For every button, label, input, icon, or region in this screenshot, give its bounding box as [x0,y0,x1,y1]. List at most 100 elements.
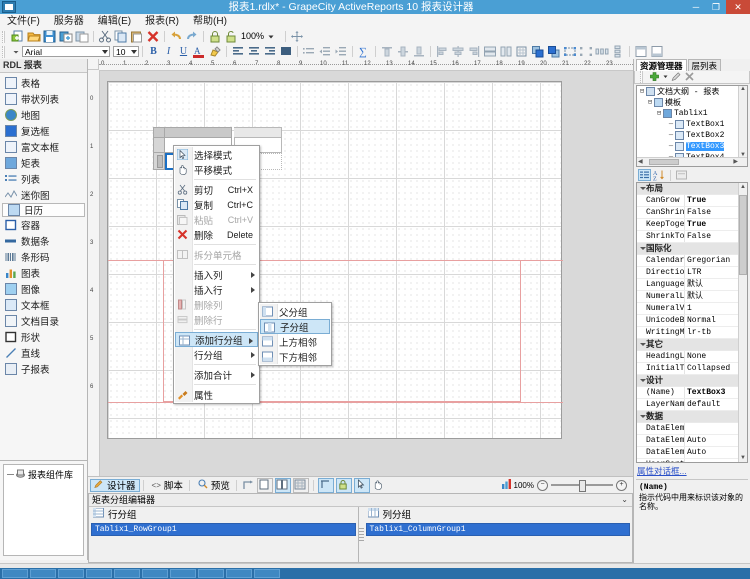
column-group-item[interactable]: Tablix1_ColumnGroup1 [365,523,630,536]
column-group-list[interactable]: Tablix1_ColumnGroup1 [365,523,630,559]
property-row[interactable]: (Name) TextBox3 [637,387,747,399]
property-row[interactable]: CanGrow True [637,195,747,207]
context-menu-item-add-total[interactable]: 添加合计 [174,367,259,382]
toolbox-item-line[interactable]: 直线 [0,345,87,361]
tab-preview[interactable]: 预览 [195,478,233,492]
open-icon[interactable] [27,30,41,43]
font-color-icon[interactable]: A [192,45,206,58]
context-menu-item-copy[interactable]: 复制 Ctrl+C [174,197,259,212]
align-center-icon[interactable] [247,45,261,58]
toolbox-item-sparkline[interactable]: 迷你图 [0,187,87,203]
context-menu[interactable]: 选择模式 平移模式 剪切 Ctrl+X 复制 Ctrl+C 粘贴 Ctrl+V [173,145,260,404]
row-group-list[interactable]: Tablix1_RowGroup1 [91,523,356,559]
snap-to-grid-icon[interactable] [241,479,255,492]
toolbox-item-barcode[interactable]: 条形码 [0,249,87,265]
tab-resource-explorer[interactable]: 资源管理器 [636,59,687,71]
taskbar-item[interactable] [226,569,252,578]
lock-icon[interactable] [208,30,222,43]
context-menu-item-add-row-group[interactable]: 添加行分组 [175,332,258,347]
cut-icon[interactable] [98,30,112,43]
send-to-back-icon[interactable] [547,45,561,58]
toolbox-item-checkbox[interactable]: 复选框 [0,123,87,139]
add-icon[interactable] [649,71,660,84]
tree-node-textbox1[interactable]: ─ TextBox1 [637,119,747,130]
same-width-icon[interactable] [483,45,497,58]
zoom-slider-track[interactable] [551,480,613,492]
font-name-combo[interactable]: Arial [22,46,110,57]
tab-layer-list[interactable]: 层列表 [687,59,722,71]
distribute-h-icon[interactable] [595,45,609,58]
zoom-slider-control[interactable]: 100% − + [501,478,627,492]
property-category-design[interactable]: 设计 [637,375,747,387]
underline-button[interactable]: U [177,46,190,58]
toolbox-item-subreport[interactable]: 子报表 [0,361,87,377]
align-objects-left-icon[interactable] [435,45,449,58]
toolbox-item-table[interactable]: 表格 [0,75,87,91]
taskbar-item[interactable] [170,569,196,578]
context-menu-item-row-group[interactable]: 行分组 [174,347,259,362]
tree-node-tablix1[interactable]: ⊟ Tablix1 [637,108,747,119]
highlight-icon[interactable] [208,45,222,58]
paste-icon[interactable] [130,30,144,43]
group-icon[interactable] [563,45,577,58]
context-menu-item-select-mode[interactable]: 选择模式 [174,147,259,162]
redo-icon[interactable] [185,30,199,43]
delete-icon[interactable] [146,30,160,43]
toolbox-item-chart[interactable]: 图表 [0,265,87,281]
maximize-button[interactable]: ❐ [706,0,726,14]
property-row[interactable]: NumeralVar 1 [637,303,747,315]
property-pages-icon[interactable] [675,169,688,182]
scroll-up-icon[interactable]: ▲ [740,184,746,190]
formula-icon[interactable]: ∑ [357,45,371,58]
toolbar-grip[interactable] [640,71,646,83]
select-mode-icon[interactable] [353,477,370,493]
toolbar-grip[interactable] [2,45,8,58]
property-row[interactable]: LayerName default [637,399,747,411]
toolbox-item-image[interactable]: 图像 [0,281,87,297]
align-left-icon[interactable] [231,45,245,58]
context-menu-item-insert-row[interactable]: 插入行 [174,282,259,297]
align-top-icon[interactable] [380,45,394,58]
property-row[interactable]: ShrinkToFi False [637,231,747,243]
properties-scrollbar[interactable]: ▲ ▼ [738,183,747,462]
property-category-i18n[interactable]: 国际化 [637,243,747,255]
property-row[interactable]: InitialTog Collapsed [637,363,747,375]
single-page-icon[interactable] [256,477,273,493]
menu-edit[interactable]: 编辑(E) [91,14,138,29]
property-category-data[interactable]: 数据 [637,411,747,423]
minimize-button[interactable]: ─ [686,0,706,14]
submenu-item-parent-group[interactable]: 父分组 [259,304,331,319]
property-row[interactable]: CanShrink False [637,207,747,219]
add-row-group-submenu[interactable]: 父分组 子分组 上方相邻 下方相邻 [258,302,332,366]
increase-indent-icon[interactable] [334,45,348,58]
size-to-grid-icon[interactable] [515,45,529,58]
font-size-combo[interactable]: 10 [113,46,139,57]
context-menu-item-cut[interactable]: 剪切 Ctrl+X [174,182,259,197]
align-middle-icon[interactable] [396,45,410,58]
property-row[interactable]: Language 默认 [637,279,747,291]
taskbar-item[interactable] [58,569,84,578]
scrollbar-thumb[interactable] [739,195,747,275]
property-row[interactable]: NumeralLan 默认 [637,291,747,303]
bring-to-front-icon[interactable] [531,45,545,58]
chevron-down-icon[interactable]: ⌄ [621,494,628,506]
property-row[interactable]: DataElemen Auto [637,447,747,459]
save-icon[interactable] [43,30,57,43]
tab-script[interactable]: <> 脚本 [149,479,186,493]
continuous-page-icon[interactable] [274,477,291,493]
page-footer-icon[interactable] [650,45,664,58]
property-category-layout[interactable]: 布局 [637,183,747,195]
property-dialog-link[interactable]: 属性对话框... [637,465,747,477]
align-objects-right-icon[interactable] [467,45,481,58]
tablix-row-handle-1[interactable] [153,138,165,153]
bullet-list-icon[interactable] [302,45,316,58]
expander-icon[interactable]: ⊟ [655,109,663,118]
undo-icon[interactable] [169,30,183,43]
toolbox-item-banded-list[interactable]: 带状列表 [0,91,87,107]
toolbox-item-richtext[interactable]: 富文本框 [0,139,87,155]
tree-node-template[interactable]: ⊟ 模板 [637,97,747,108]
document-outline-tree[interactable]: ⊟ 文档大纲 - 报表 ⊟ 模板 ⊟ Tablix1 ─ TextBox1 ─ … [636,85,748,167]
menu-file[interactable]: 文件(F) [0,14,47,29]
toolbar-grip[interactable] [2,30,8,43]
toolbox-item-map[interactable]: 地图 [0,107,87,123]
